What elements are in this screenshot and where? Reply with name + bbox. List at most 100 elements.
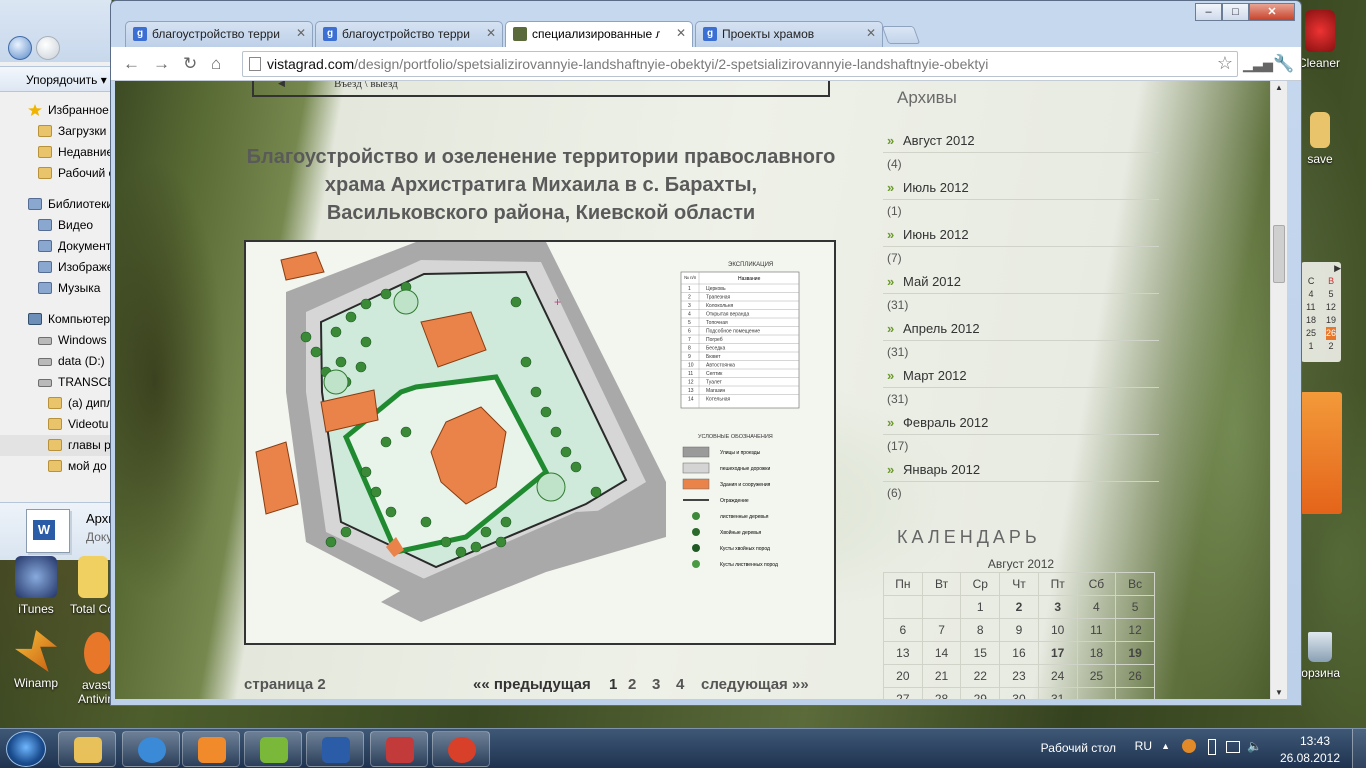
scroll-thumb[interactable]: [1273, 225, 1285, 283]
avast-tray-icon[interactable]: [1182, 739, 1196, 753]
page-scrollbar[interactable]: ▲ ▼: [1270, 81, 1287, 699]
desktop-icon-recycle-bin[interactable]: Корзина: [1294, 632, 1340, 680]
nav-pane-item[interactable]: главы р: [0, 435, 111, 456]
address-bar[interactable]: vistagrad.com/design/portfolio/spetsiali…: [242, 51, 1238, 77]
desktop-icon-itunes[interactable]: iTunes: [6, 556, 66, 616]
taskbar-button[interactable]: [182, 731, 240, 767]
nav-pane-item[interactable]: Недавние места: [0, 142, 111, 163]
back-button[interactable]: [8, 36, 32, 60]
home-icon[interactable]: ⌂: [211, 54, 221, 74]
clock-date[interactable]: 26.08.2012: [1280, 751, 1340, 765]
nav-pane-item[interactable]: Рабочий стол: [0, 163, 111, 184]
nav-pane-item[interactable]: Загрузки: [0, 121, 111, 142]
archive-link[interactable]: Март 2012: [883, 364, 1159, 388]
chrome-window[interactable]: – □ ✕ g благоустройство террито ✕ g благоуст…: [110, 0, 1302, 706]
calendar-gadget[interactable]: ▶ С В 4 5 11 12 18 19 25 26 1 2: [1301, 262, 1341, 362]
close-button[interactable]: ✕: [1249, 3, 1295, 21]
prev-link-text[interactable]: «« предыдущая: [473, 676, 591, 693]
nav-pane-item[interactable]: Изображения: [0, 257, 111, 278]
archive-link[interactable]: Апрель 2012: [883, 317, 1159, 341]
taskbar-button[interactable]: [432, 731, 490, 767]
desktop-icon-winamp[interactable]: Winamp: [6, 630, 66, 690]
reload-icon[interactable]: ↻: [183, 54, 197, 74]
network-tray-icon[interactable]: [1226, 741, 1240, 753]
organize-button[interactable]: Упорядочить: [26, 73, 97, 87]
archive-link[interactable]: Февраль 2012: [883, 411, 1159, 435]
forward-button[interactable]: [36, 36, 60, 60]
next-page-link[interactable]: следующая »»: [701, 676, 809, 693]
page-link-1[interactable]: 1: [609, 676, 617, 693]
explorer-window[interactable]: Упорядочить ▾ Избранное Загрузки Недавние …: [0, 0, 161, 560]
nav-pane-item[interactable]: Windows: [0, 330, 111, 351]
taskbar-button[interactable]: [244, 731, 302, 767]
next-link-text[interactable]: следующая »»: [701, 676, 809, 693]
minimize-button[interactable]: –: [1195, 3, 1222, 21]
page-number[interactable]: 1: [609, 676, 617, 693]
signal-icon[interactable]: ▁▃▅: [1243, 57, 1273, 73]
taskbar-button[interactable]: [122, 731, 180, 767]
browser-tab[interactable]: специализированные лан ✕: [505, 21, 693, 47]
clock-time[interactable]: 13:43: [1300, 734, 1330, 748]
new-tab-button[interactable]: [881, 26, 921, 44]
tab-close-icon[interactable]: ✕: [486, 26, 496, 40]
scroll-up-icon[interactable]: ▲: [1275, 83, 1283, 92]
nav-pane-label: Недавние места: [58, 145, 111, 159]
browser-tab[interactable]: g благоустройство террито ✕: [315, 21, 503, 47]
taskbar-button[interactable]: [370, 731, 428, 767]
nav-pane-item[interactable]: мой до: [0, 456, 111, 477]
tab-close-icon[interactable]: ✕: [866, 26, 876, 40]
gadget-arrow-icon[interactable]: ▶: [1301, 262, 1341, 275]
bookmark-star-icon[interactable]: ☆: [1217, 53, 1233, 74]
calendar-day[interactable]: 2: [999, 595, 1039, 619]
nav-pane-item[interactable]: Videotu: [0, 414, 111, 435]
tray-expand-icon[interactable]: ▲: [1161, 741, 1170, 751]
calendar-day[interactable]: 17: [1037, 641, 1078, 665]
nav-pane-item[interactable]: Компьютер: [0, 309, 111, 330]
tab-close-icon[interactable]: ✕: [676, 26, 686, 40]
page-link-3[interactable]: 3: [652, 676, 660, 693]
page-number[interactable]: 3: [652, 676, 660, 693]
nav-pane-item[interactable]: Избранное: [0, 100, 111, 121]
language-indicator[interactable]: RU: [1135, 739, 1152, 753]
nav-pane-item[interactable]: (а) дипл: [0, 393, 111, 414]
archive-link[interactable]: Январь 2012: [883, 458, 1159, 482]
gadget-day: 1: [1308, 341, 1314, 351]
archive-link[interactable]: Июнь 2012: [883, 223, 1159, 247]
prev-page-link[interactable]: «« предыдущая: [473, 676, 591, 693]
taskbar-button[interactable]: [58, 731, 116, 767]
desktop-icon-save[interactable]: save: [1300, 112, 1340, 166]
back-icon[interactable]: ←: [123, 54, 140, 74]
volume-icon[interactable]: 🔈: [1247, 739, 1262, 753]
nav-pane-item[interactable]: Видео: [0, 215, 111, 236]
clock-gadget[interactable]: [1300, 392, 1342, 514]
calendar-day[interactable]: 3: [1037, 595, 1078, 619]
browser-tab[interactable]: g благоустройство террито ✕: [125, 21, 313, 47]
usb-tray-icon[interactable]: [1208, 739, 1216, 755]
page-link-4[interactable]: 4: [676, 676, 684, 693]
nav-pane-item[interactable]: Библиотеки: [0, 194, 111, 215]
calendar-day[interactable]: 19: [1115, 641, 1155, 665]
taskbar-button[interactable]: [306, 731, 364, 767]
scroll-down-icon[interactable]: ▼: [1275, 688, 1283, 697]
wrench-icon[interactable]: 🔧: [1273, 54, 1294, 74]
start-button[interactable]: [6, 731, 46, 767]
browser-tab[interactable]: g Проекты храмов ✕: [695, 21, 883, 47]
archive-link[interactable]: Май 2012: [883, 270, 1159, 294]
desktop-icon-ccleaner[interactable]: CCleaner: [1289, 10, 1340, 70]
maximize-button[interactable]: □: [1222, 3, 1249, 21]
forward-icon[interactable]: →: [153, 54, 170, 74]
archive-link[interactable]: Июль 2012: [883, 176, 1159, 200]
page-link-2[interactable]: 2: [628, 676, 636, 693]
tree-crown-symbol: [393, 289, 419, 315]
nav-pane-item[interactable]: data (D:): [0, 351, 111, 372]
nav-pane-item[interactable]: Документы: [0, 236, 111, 257]
show-desktop-button[interactable]: [1352, 729, 1366, 768]
page-number[interactable]: 4: [676, 676, 684, 693]
nav-pane-item[interactable]: TRANSCEND: [0, 372, 111, 393]
archive-link[interactable]: Август 2012: [883, 129, 1159, 153]
page-number[interactable]: 2: [628, 676, 636, 693]
nav-pane-item[interactable]: Музыка: [0, 278, 111, 299]
desktop-toolbar-label[interactable]: Рабочий стол: [1041, 741, 1116, 755]
tab-close-icon[interactable]: ✕: [296, 26, 306, 40]
site-plan-image[interactable]: ЭКСПЛИКАЦИЯ № п/п Название 1 Церковь 2 Трапезн…: [244, 240, 836, 645]
